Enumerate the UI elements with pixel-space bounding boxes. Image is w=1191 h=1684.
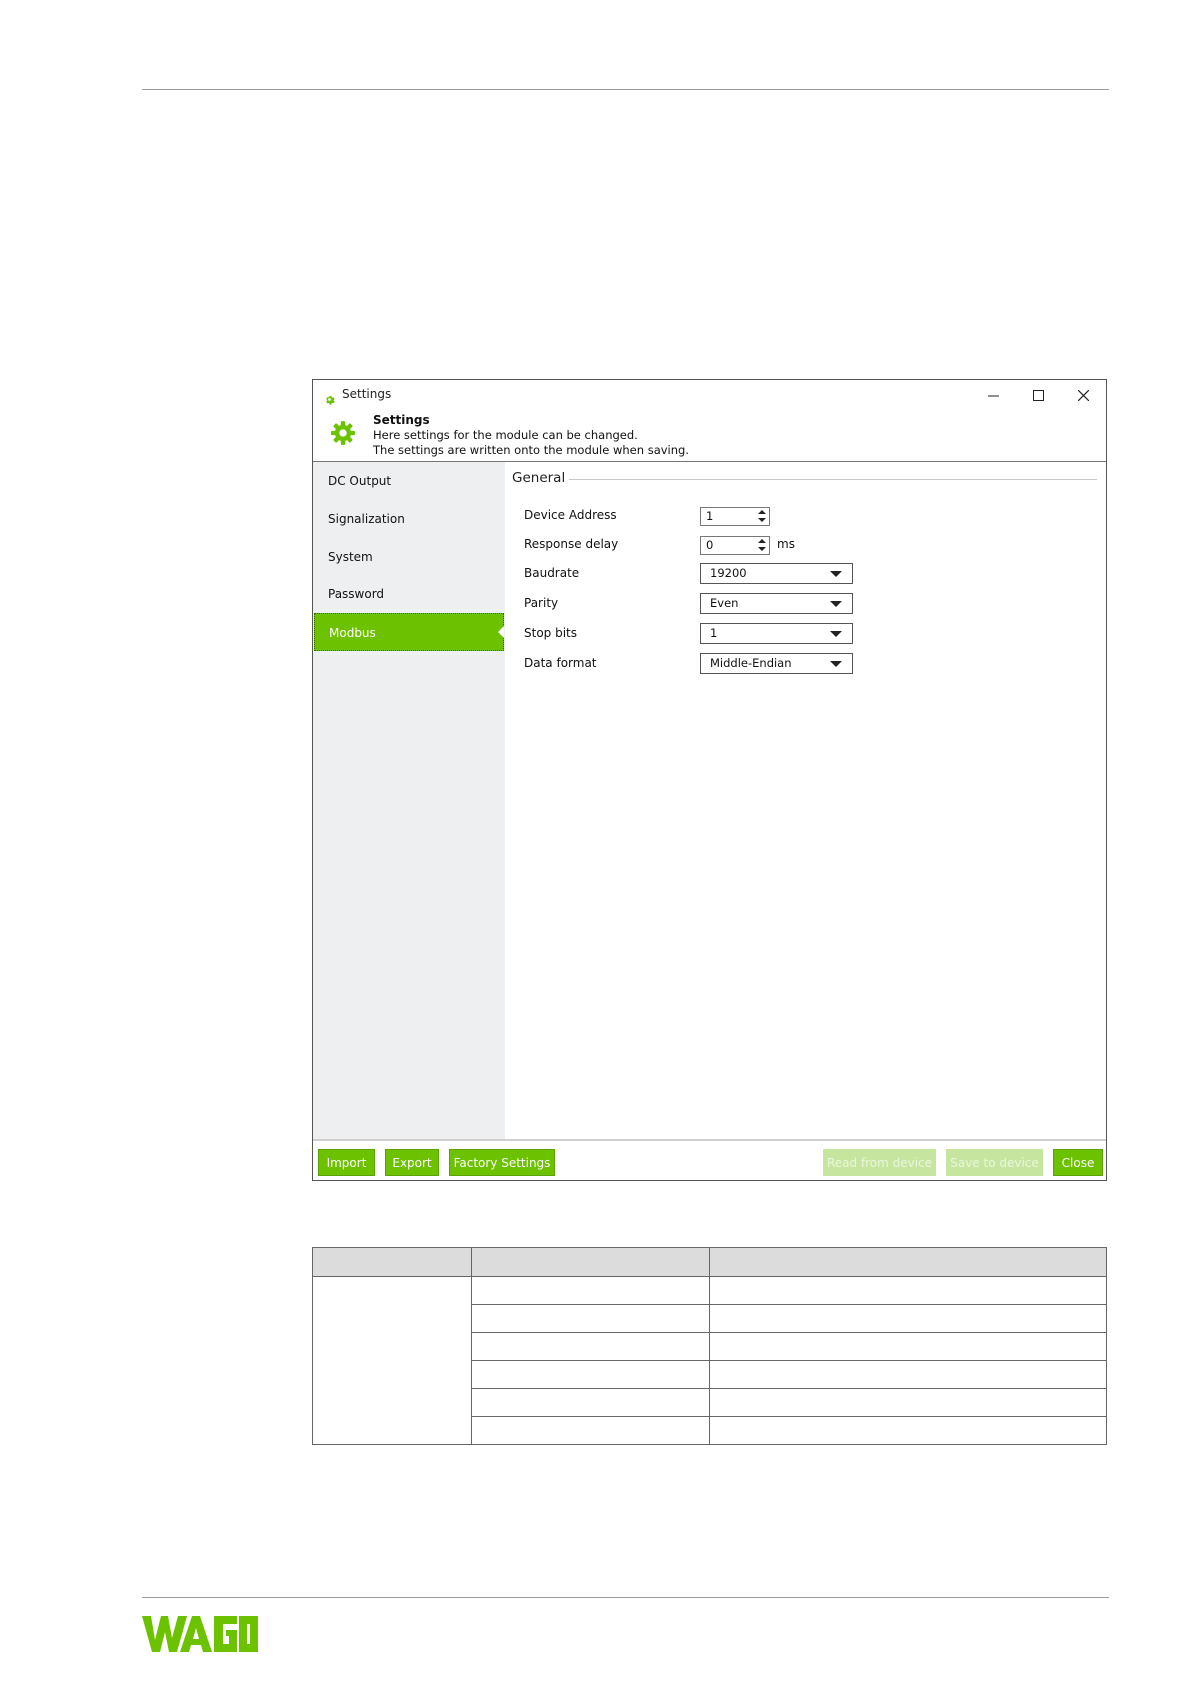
sidebar-item-signalization[interactable]: Signalization xyxy=(313,500,505,538)
close-button[interactable]: Close xyxy=(1053,1149,1103,1176)
parity-value: Even xyxy=(710,596,739,610)
device-address-stepper[interactable]: 1 xyxy=(700,507,770,526)
sidebar-item-label: Password xyxy=(328,587,385,601)
group-title: General xyxy=(512,470,570,486)
table-cell xyxy=(709,1388,1107,1417)
table-cell xyxy=(471,1360,710,1389)
maximize-button[interactable] xyxy=(1016,380,1061,410)
sidebar-item-password[interactable]: Password xyxy=(313,575,505,613)
header-description: Here settings for the module can be chan… xyxy=(373,428,638,442)
table-cell xyxy=(709,1360,1107,1389)
stop-bits-label: Stop bits xyxy=(524,626,578,640)
wago-logo xyxy=(142,1614,258,1658)
data-format-label: Data format xyxy=(524,656,597,670)
baudrate-value: 19200 xyxy=(710,566,747,580)
table-cell xyxy=(709,1416,1107,1445)
table-cell xyxy=(471,1276,710,1305)
settings-gear-icon xyxy=(330,420,356,450)
chevron-down-icon xyxy=(830,631,842,637)
sidebar-item-label: DC Output xyxy=(328,474,392,488)
table-cell xyxy=(471,1416,710,1445)
minimize-button[interactable] xyxy=(971,380,1016,410)
sidebar-item-system[interactable]: System xyxy=(313,538,505,576)
gear-icon xyxy=(324,390,335,409)
response-delay-unit: ms xyxy=(777,537,795,551)
response-delay-value: 0 xyxy=(706,538,714,552)
parameter-table xyxy=(312,1247,1107,1445)
factory-settings-button[interactable]: Factory Settings xyxy=(449,1149,555,1176)
chevron-down-icon xyxy=(830,661,842,667)
table-cell xyxy=(709,1276,1107,1305)
selection-arrow-icon xyxy=(498,626,504,638)
table-header-row xyxy=(312,1247,1107,1277)
sidebar-item-label: Signalization xyxy=(328,512,405,526)
page-top-rule xyxy=(142,89,1109,90)
table-header-cell xyxy=(312,1247,472,1277)
maximize-icon xyxy=(1033,389,1044,401)
page-bottom-rule xyxy=(142,1597,1109,1598)
group-divider xyxy=(565,479,1097,480)
parity-label: Parity xyxy=(524,596,559,610)
header-note: The settings are written onto the module… xyxy=(373,443,689,457)
table-cell xyxy=(471,1332,710,1361)
read-from-device-button[interactable]: Read from device xyxy=(823,1149,936,1176)
header-title: Settings xyxy=(373,413,430,427)
spin-arrows-icon[interactable] xyxy=(758,509,766,524)
close-window-button[interactable] xyxy=(1061,380,1106,410)
export-button[interactable]: Export xyxy=(385,1149,439,1176)
sidebar-item-modbus[interactable]: Modbus xyxy=(314,613,504,651)
table-cell xyxy=(709,1332,1107,1361)
response-delay-label: Response delay xyxy=(524,537,619,551)
table-header-cell xyxy=(471,1247,710,1277)
table-cell xyxy=(312,1276,472,1445)
parity-select[interactable]: Even xyxy=(700,593,853,614)
spin-arrows-icon[interactable] xyxy=(758,538,766,553)
settings-content: General Device Address 1 Response delay … xyxy=(505,462,1106,1139)
baudrate-label: Baudrate xyxy=(524,566,580,580)
chevron-down-icon xyxy=(830,571,842,577)
stop-bits-value: 1 xyxy=(710,626,718,640)
import-button[interactable]: Import xyxy=(318,1149,375,1176)
settings-header: Settings Here settings for the module ca… xyxy=(313,410,1106,462)
button-bar: Import Export Factory Settings Read from… xyxy=(313,1139,1106,1180)
close-icon xyxy=(1078,389,1089,401)
baudrate-select[interactable]: 19200 xyxy=(700,563,853,584)
table-row xyxy=(312,1276,1107,1445)
sidebar-item-label: Modbus xyxy=(329,626,376,640)
device-address-label: Device Address xyxy=(524,508,617,522)
sidebar-item-dc-output[interactable]: DC Output xyxy=(313,462,505,500)
save-to-device-button[interactable]: Save to device xyxy=(946,1149,1043,1176)
window-controls xyxy=(971,380,1106,410)
settings-window: Settings Settings Here settings for the … xyxy=(312,379,1107,1181)
table-cell xyxy=(471,1388,710,1417)
response-delay-stepper[interactable]: 0 xyxy=(700,536,770,555)
table-cell xyxy=(709,1304,1107,1333)
chevron-down-icon xyxy=(830,601,842,607)
device-address-value: 1 xyxy=(706,509,714,523)
title-bar: Settings xyxy=(313,380,1106,410)
table-header-cell xyxy=(709,1247,1107,1277)
minimize-icon xyxy=(988,395,999,396)
window-title: Settings xyxy=(342,387,392,401)
sidebar-item-label: System xyxy=(328,550,373,564)
data-format-select[interactable]: Middle-Endian xyxy=(700,653,853,674)
table-cell xyxy=(471,1304,710,1333)
settings-sidebar: DC Output Signalization System Password … xyxy=(313,462,505,1139)
stop-bits-select[interactable]: 1 xyxy=(700,623,853,644)
data-format-value: Middle-Endian xyxy=(710,656,792,670)
